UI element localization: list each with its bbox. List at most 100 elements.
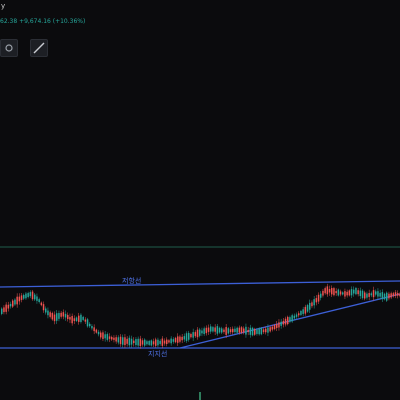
candle-body-115 xyxy=(254,329,256,335)
candle-body-55 xyxy=(122,337,124,345)
candle-body-67 xyxy=(148,340,150,345)
candle-body-35 xyxy=(78,315,80,322)
time-marker xyxy=(199,392,201,400)
candle-body-147 xyxy=(324,288,326,294)
candle-body-85 xyxy=(188,332,190,340)
candle-body-177 xyxy=(390,293,392,298)
candle-body-43 xyxy=(95,329,98,333)
candle-body-161 xyxy=(355,287,357,295)
candle-body-19 xyxy=(42,304,45,311)
candle-body-59 xyxy=(130,338,133,345)
candle-body-41 xyxy=(91,326,93,329)
candle-body-170 xyxy=(375,291,377,295)
candle-body-101 xyxy=(223,329,225,332)
candle-body-65 xyxy=(144,339,146,346)
candle-body-109 xyxy=(240,327,243,333)
chart-area[interactable]: у 62.38 +9,674.16 (+10.36%) 저항선 지지선 xyxy=(0,0,400,400)
candle-body-34 xyxy=(75,317,78,322)
candle-body-64 xyxy=(141,340,144,345)
candle-body-173 xyxy=(381,292,384,300)
candle-body-121 xyxy=(267,327,269,333)
candle-body-111 xyxy=(245,326,247,335)
candle-body-119 xyxy=(262,329,265,333)
candle-body-154 xyxy=(339,291,342,295)
candle-body-74 xyxy=(163,340,166,344)
candle-body-103 xyxy=(227,328,230,334)
candle-body-169 xyxy=(372,290,375,298)
candle-body-63 xyxy=(139,338,142,346)
candle-body-97 xyxy=(214,327,216,332)
candle-body-11 xyxy=(25,293,27,299)
candle-body-79 xyxy=(174,337,177,343)
candle-body-26 xyxy=(58,312,60,319)
candle-body-94 xyxy=(207,327,210,332)
candle-body-114 xyxy=(251,327,254,336)
candle-body-75 xyxy=(166,339,168,345)
candle-body-57 xyxy=(126,338,128,344)
candle-body-52 xyxy=(115,337,117,342)
candle-body-144 xyxy=(317,294,320,302)
candle-body-58 xyxy=(128,337,131,346)
candle-body-23 xyxy=(51,312,54,320)
candle-body-145 xyxy=(320,293,322,298)
candle-body-159 xyxy=(350,289,353,296)
candle-body-0 xyxy=(1,308,3,314)
candle-body-156 xyxy=(344,291,346,297)
candle-body-72 xyxy=(159,340,161,344)
candle-body-104 xyxy=(229,329,232,333)
candle-body-136 xyxy=(300,310,302,315)
candle-body-13 xyxy=(29,292,32,297)
candle-body-132 xyxy=(291,315,293,322)
candle-body-90 xyxy=(199,329,201,336)
candle-body-179 xyxy=(394,292,397,296)
candle-body-118 xyxy=(260,328,263,335)
candle-body-24 xyxy=(53,314,56,322)
candle-body-162 xyxy=(357,290,359,295)
candle-body-30 xyxy=(67,314,69,320)
candle-body-2 xyxy=(5,304,7,312)
candle-body-140 xyxy=(309,302,311,310)
candle-body-37 xyxy=(82,316,84,320)
candle-body-9 xyxy=(20,295,23,300)
candle-body-84 xyxy=(185,333,188,341)
candle-body-171 xyxy=(377,291,379,297)
candle-body-29 xyxy=(64,313,67,318)
candle-body-165 xyxy=(364,292,366,299)
candle-body-6 xyxy=(14,299,16,305)
candle-body-167 xyxy=(368,293,370,297)
candle-body-99 xyxy=(218,327,221,333)
candle-body-175 xyxy=(386,292,388,301)
candle-body-5 xyxy=(12,300,14,307)
candle-body-54 xyxy=(119,336,122,345)
candle-body-51 xyxy=(113,337,115,340)
candle-body-76 xyxy=(168,340,170,343)
candle-body-25 xyxy=(56,313,58,321)
resistance-line[interactable] xyxy=(0,280,400,288)
candle-body-62 xyxy=(137,338,139,346)
candle-body-129 xyxy=(284,318,287,325)
candle-body-46 xyxy=(102,332,104,339)
candle-body-87 xyxy=(192,332,194,338)
candle-body-78 xyxy=(172,339,175,342)
candle-body-33 xyxy=(73,318,76,322)
candle-body-4 xyxy=(9,303,12,307)
candle-body-163 xyxy=(359,290,362,297)
candlestick-chart[interactable] xyxy=(0,0,400,400)
candle-body-20 xyxy=(45,308,47,313)
candle-body-28 xyxy=(62,312,65,317)
candle-body-113 xyxy=(249,327,252,335)
candle-body-32 xyxy=(71,316,73,324)
candle-body-153 xyxy=(337,289,340,296)
support-label: 지지선 xyxy=(148,350,168,358)
candle-body-42 xyxy=(93,327,95,332)
candle-body-68 xyxy=(150,340,153,346)
candle-body-141 xyxy=(311,302,313,307)
candle-body-146 xyxy=(322,290,324,296)
candle-body-116 xyxy=(256,329,258,334)
candle-body-117 xyxy=(258,328,260,335)
candle-body-8 xyxy=(18,296,21,302)
candle-body-122 xyxy=(269,327,271,332)
candle-body-21 xyxy=(47,310,49,316)
candle-body-131 xyxy=(289,317,291,322)
candle-body-92 xyxy=(203,328,205,335)
